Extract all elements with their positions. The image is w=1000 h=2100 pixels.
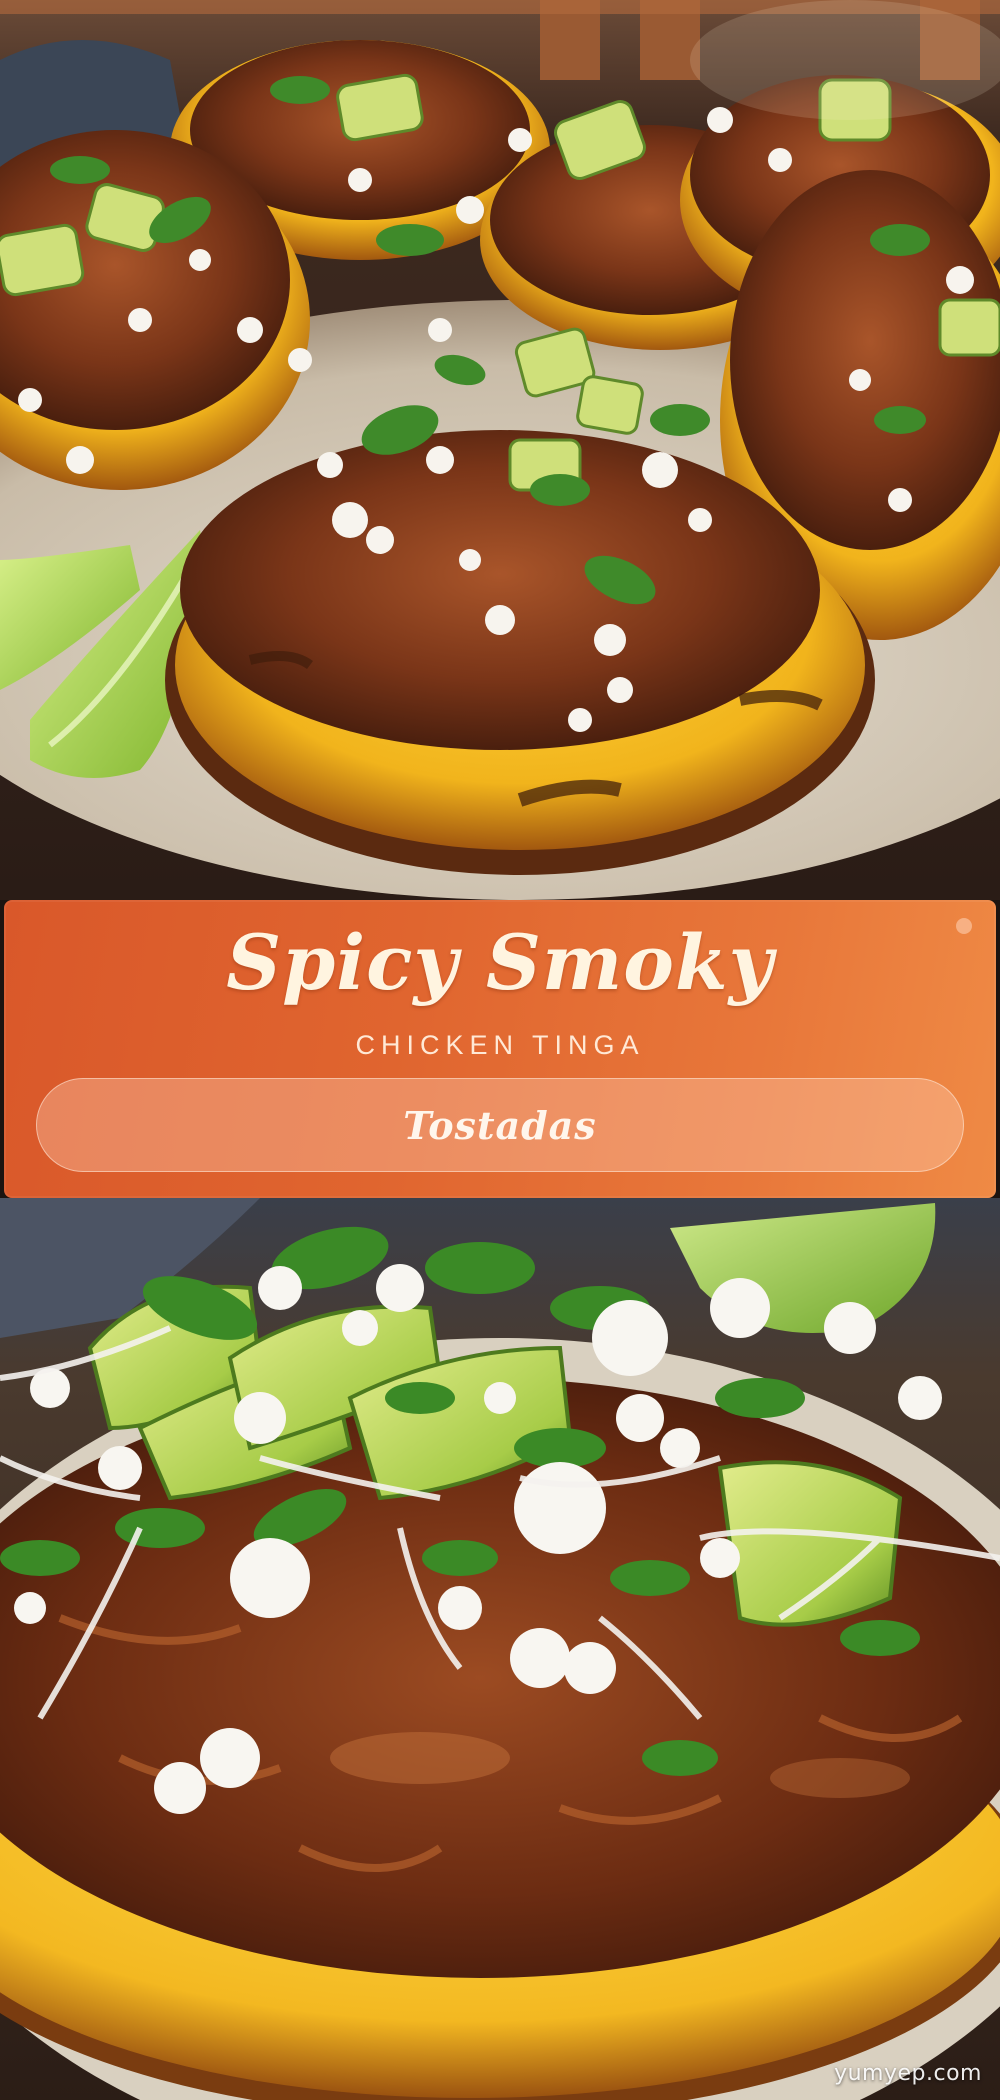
- site-watermark: yumyep.com: [834, 2061, 982, 2086]
- recipe-type-label: Tostadas: [403, 1103, 597, 1148]
- recipe-subtitle: CHICKEN TINGA: [355, 1030, 645, 1060]
- recipe-pin: Spicy Smoky CHICKEN TINGA Tostadas yumye…: [0, 0, 1000, 2100]
- recipe-type-pill: Tostadas: [36, 1078, 964, 1172]
- bottom-food-photo: yumyep.com: [0, 1198, 1000, 2100]
- recipe-title: Spicy Smoky: [226, 918, 774, 1007]
- top-food-photo: [0, 0, 1000, 900]
- title-banner: Spicy Smoky CHICKEN TINGA Tostadas: [4, 900, 996, 1198]
